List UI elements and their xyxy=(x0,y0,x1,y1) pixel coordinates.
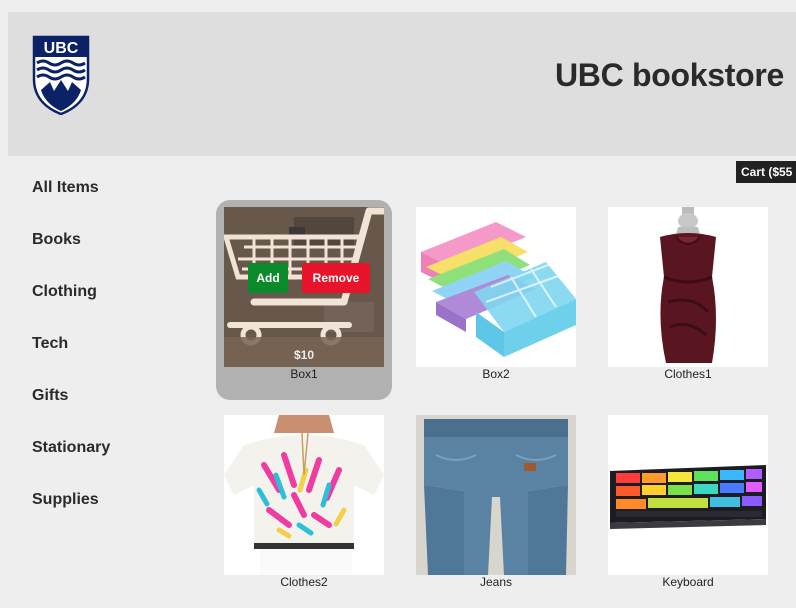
storage-box-image xyxy=(416,207,576,367)
site-header: UBC UBC bookstore xyxy=(8,12,796,156)
svg-text:UBC: UBC xyxy=(44,40,79,57)
sidebar-item-clothing[interactable]: Clothing xyxy=(32,282,110,334)
sidebar-item-stationary[interactable]: Stationary xyxy=(32,438,110,490)
add-button[interactable]: Add xyxy=(248,263,288,293)
cart-button[interactable]: Cart ($55 xyxy=(736,161,796,183)
sidebar-item-supplies[interactable]: Supplies xyxy=(32,490,110,542)
remove-button[interactable]: Remove xyxy=(302,263,370,293)
product-card-keyboard[interactable]: Keyboard xyxy=(600,408,776,608)
sidebar-item-tech[interactable]: Tech xyxy=(32,334,110,386)
product-price: $10 xyxy=(293,348,315,362)
sidebar-item-books[interactable]: Books xyxy=(32,230,110,282)
product-card-clothes1[interactable]: Clothes1 xyxy=(600,200,776,400)
product-name: Box2 xyxy=(482,367,510,381)
product-name: Box1 xyxy=(290,367,318,381)
product-name: Clothes1 xyxy=(664,367,712,381)
product-name: Jeans xyxy=(479,575,513,589)
page-title: UBC bookstore xyxy=(554,57,784,93)
product-name: Keyboard xyxy=(662,575,714,589)
product-name: Clothes2 xyxy=(280,575,328,589)
product-card-clothes2[interactable]: Clothes2 xyxy=(216,408,392,608)
dress-image xyxy=(608,207,768,367)
ubc-logo[interactable]: UBC xyxy=(32,35,90,115)
sidebar-item-all-items[interactable]: All Items xyxy=(32,178,110,230)
product-card-jeans[interactable]: Jeans xyxy=(408,408,584,608)
jeans-image xyxy=(416,415,576,575)
sidebar-item-gifts[interactable]: Gifts xyxy=(32,386,110,438)
category-sidebar: All Items Books Clothing Tech Gifts Stat… xyxy=(32,178,110,542)
blouse-image xyxy=(224,415,384,575)
keyboard-image xyxy=(608,415,768,575)
product-card-box1[interactable]: Add Remove $10 Box1 xyxy=(216,200,392,400)
product-card-box2[interactable]: Box2 xyxy=(408,200,584,400)
